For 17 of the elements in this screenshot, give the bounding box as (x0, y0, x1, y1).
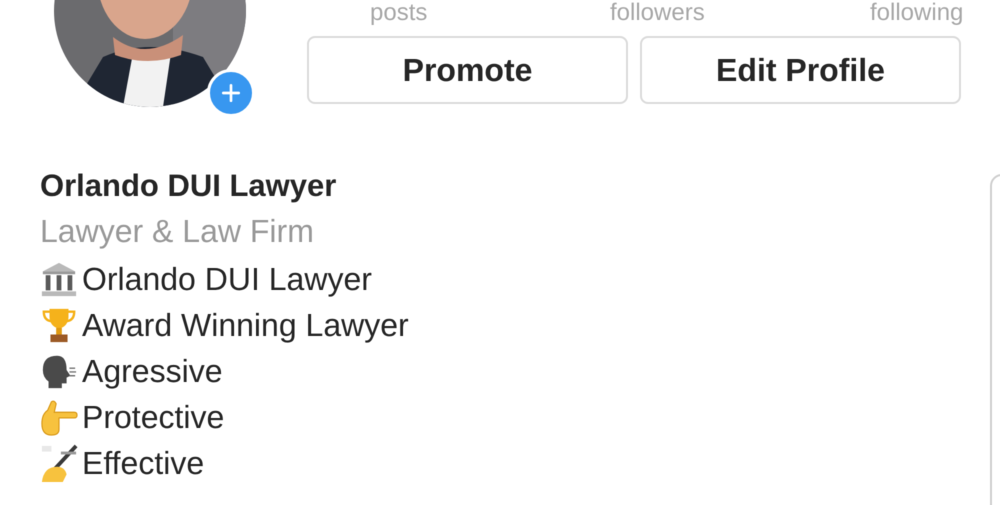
stat-label: followers (610, 0, 706, 26)
profile-name: Orlando DUI Lawyer (40, 167, 338, 205)
bio-line: Effective (82, 444, 204, 483)
stat-label: posts (370, 0, 428, 26)
bio-line: Agressive (82, 352, 222, 391)
stat-label: following (870, 0, 964, 26)
bio-line: Orlando DUI Lawyer (82, 260, 372, 299)
bank-icon (40, 260, 78, 298)
bio-line: Award Winning Lawyer (82, 306, 409, 345)
profile-button[interactable]: Edit Profile (640, 36, 961, 104)
plus-icon (220, 82, 242, 104)
profile-category: Lawyer & Law Firm (40, 212, 315, 251)
bio-line: Protective (82, 398, 224, 437)
pointing-hand-icon (40, 398, 78, 436)
profile-button[interactable]: Promote (307, 36, 628, 104)
trophy-icon (40, 306, 78, 344)
writing-hand-icon (40, 444, 78, 482)
